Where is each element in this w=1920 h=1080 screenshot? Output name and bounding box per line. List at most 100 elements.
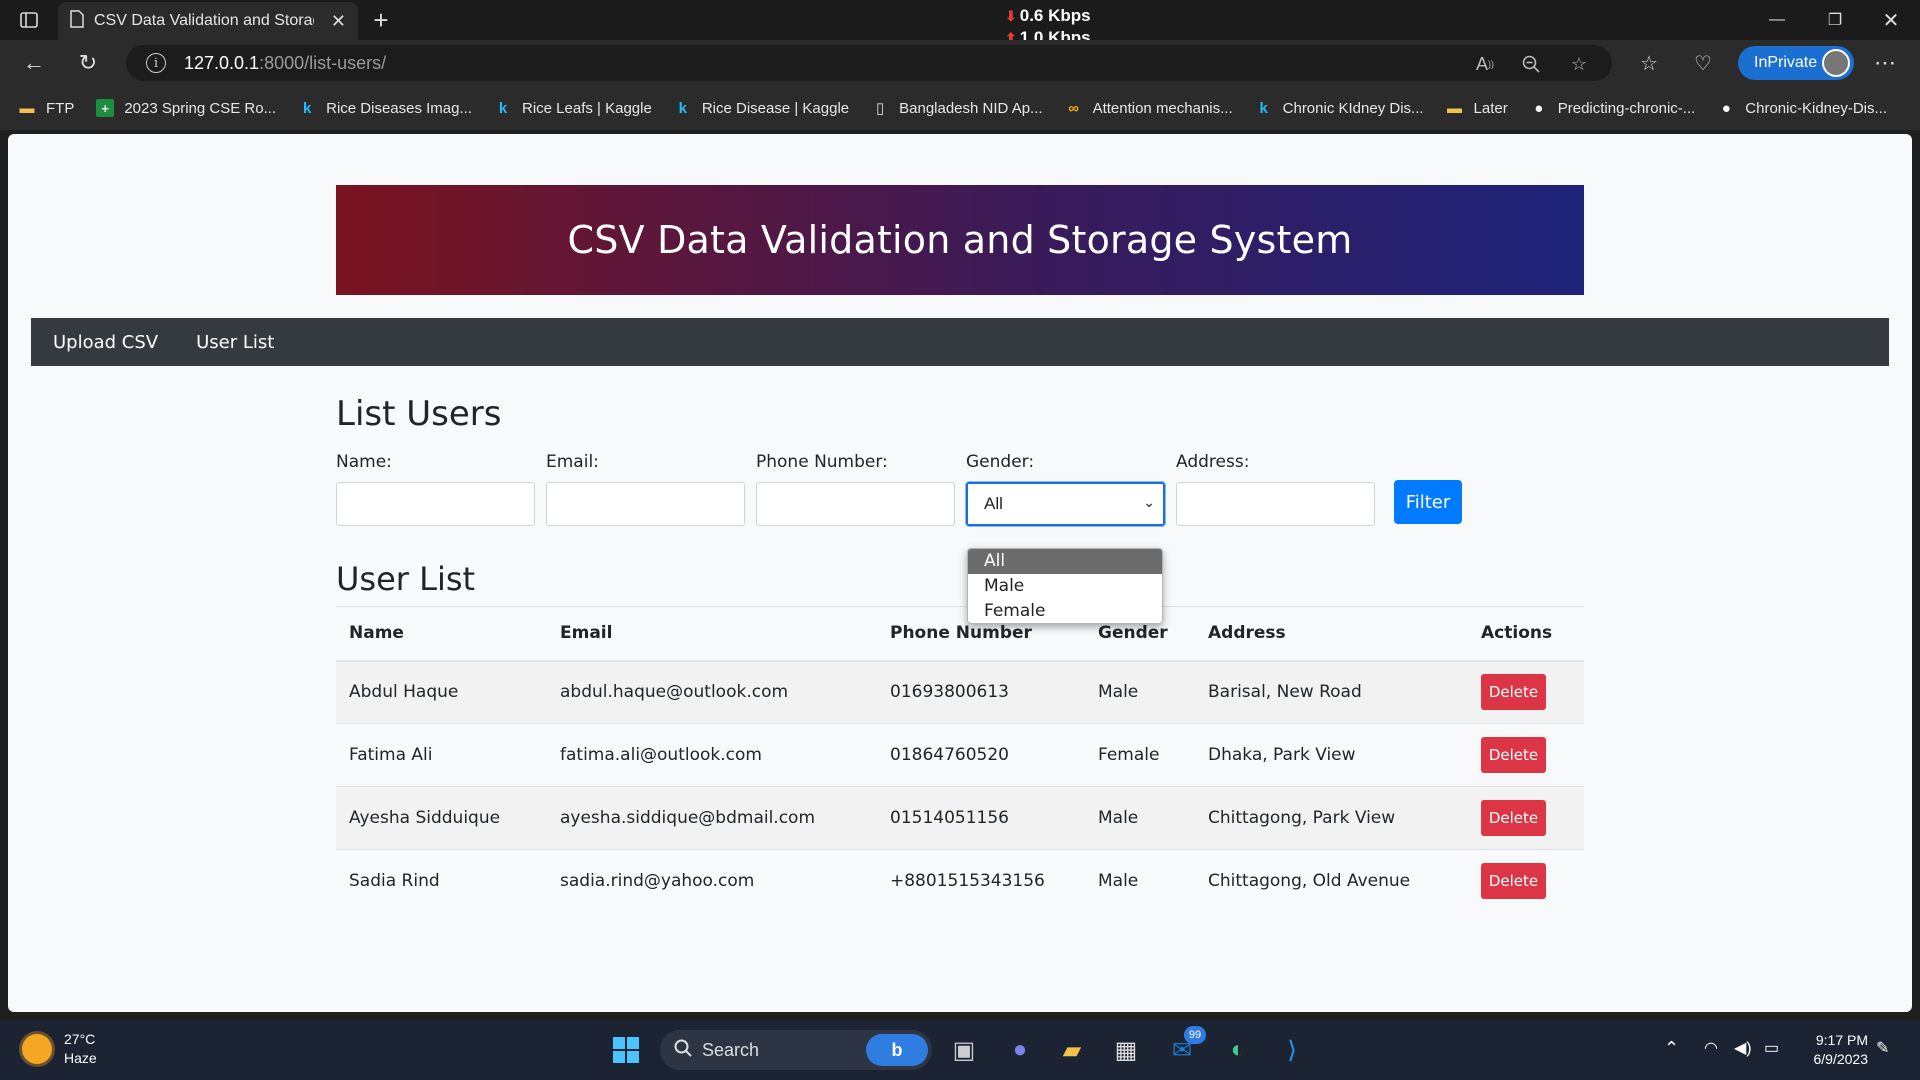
gender-select-value: All xyxy=(984,494,1003,513)
filter-form: Name: Email: Phone Number: Gender: All ⌄… xyxy=(336,450,1584,550)
browser-tab-active[interactable]: CSV Data Validation and Storage ✕ xyxy=(58,2,358,40)
gender-option-all[interactable]: All xyxy=(968,549,1162,574)
bookmark-item[interactable]: ▬ Later xyxy=(1446,99,1508,117)
net-down-text: 0.6 Kbps xyxy=(1019,6,1091,25)
read-aloud-icon[interactable]: A)) xyxy=(1472,51,1498,77)
bookmark-item[interactable]: ▯ Bangladesh NID Ap... xyxy=(871,99,1043,118)
address-input[interactable] xyxy=(1176,482,1375,526)
bookmark-item[interactable]: ▬ FTP xyxy=(18,99,75,117)
user-list-heading: User List xyxy=(336,560,476,598)
delete-button[interactable]: Delete xyxy=(1481,800,1546,836)
teams-chat-icon[interactable]: ● xyxy=(1000,1030,1040,1070)
tab-actions-icon[interactable] xyxy=(14,8,44,32)
folder-icon: ▬ xyxy=(1447,99,1463,117)
bookmark-item[interactable]: k Rice Disease | Kaggle xyxy=(674,99,849,117)
name-filter-group: Name: xyxy=(336,450,535,526)
close-window-button[interactable]: ✕ xyxy=(1862,0,1920,40)
bookmark-item[interactable]: k Rice Diseases Imag... xyxy=(298,99,472,117)
taskbar-search[interactable]: Search b xyxy=(660,1030,932,1070)
cell-email: ayesha.siddique@bdmail.com xyxy=(547,786,877,850)
filter-button[interactable]: Filter xyxy=(1394,480,1462,524)
chevron-up-icon[interactable]: ⌃ xyxy=(1664,1038,1679,1059)
github-icon: ● xyxy=(1534,99,1544,117)
file-explorer-icon[interactable]: ▰ xyxy=(1052,1030,1092,1070)
notification-icon[interactable]: ✎ xyxy=(1876,1038,1889,1058)
task-view-icon[interactable]: ▣ xyxy=(944,1030,984,1070)
phone-label: Phone Number: xyxy=(756,452,888,472)
table-row: Ayesha Sidduique ayesha.siddique@bdmail.… xyxy=(336,786,1584,850)
table-row: Fatima Ali fatima.ali@outlook.com 018647… xyxy=(336,723,1584,787)
mail-icon[interactable]: ✉ 99 xyxy=(1162,1026,1206,1070)
gender-select[interactable]: All ⌄ xyxy=(965,481,1166,527)
bookmark-item[interactable]: k Chronic KIdney Dis... xyxy=(1255,99,1423,117)
address-bar[interactable]: i 127.0.0.1:8000/list-users/ A)) ☆ xyxy=(126,45,1612,81)
cell-phone: 01514051156 xyxy=(877,786,1085,850)
weather-widget[interactable]: 27°C Haze xyxy=(22,1030,97,1068)
name-input[interactable] xyxy=(336,482,535,526)
cell-gender: Male xyxy=(1085,786,1195,850)
kaggle-icon: k xyxy=(678,99,687,117)
system-clock[interactable]: 9:17 PM 6/9/2023 xyxy=(1800,1031,1869,1069)
microsoft-store-icon[interactable]: ▦ xyxy=(1106,1030,1146,1070)
bookmark-item[interactable]: k Rice Leafs | Kaggle xyxy=(494,99,652,117)
favorite-star-icon[interactable]: ☆ xyxy=(1566,51,1592,77)
close-tab-icon[interactable]: ✕ xyxy=(331,11,346,32)
back-arrow-icon[interactable]: ← xyxy=(18,48,50,78)
url-text[interactable]: 127.0.0.1:8000/list-users/ xyxy=(184,53,386,74)
table-row: Abdul Haque abdul.haque@outlook.com 0169… xyxy=(336,660,1584,724)
profile-avatar xyxy=(1822,49,1850,77)
zoom-icon[interactable] xyxy=(1518,51,1544,77)
cell-phone: 01693800613 xyxy=(877,660,1085,724)
phone-input[interactable] xyxy=(756,482,955,526)
cell-email: fatima.ali@outlook.com xyxy=(547,723,877,787)
delete-button[interactable]: Delete xyxy=(1481,737,1546,773)
bookmark-item[interactable]: ● Predicting-chronic-... xyxy=(1530,99,1695,117)
chevron-down-icon: ⌄ xyxy=(1143,494,1155,510)
edge-browser-icon[interactable]: ◐ xyxy=(1218,1030,1258,1070)
cell-address: Chittagong, Park View xyxy=(1195,786,1468,850)
delete-button[interactable]: Delete xyxy=(1481,674,1546,711)
browser-essentials-icon[interactable]: ♡ xyxy=(1688,48,1718,78)
gender-filter-group: Gender: All ⌄ xyxy=(965,450,1166,527)
refresh-icon[interactable]: ↻ xyxy=(72,48,104,78)
url-host: 127.0.0.1 xyxy=(184,52,260,73)
more-menu-icon[interactable]: ⋯ xyxy=(1870,48,1900,78)
delete-button[interactable]: Delete xyxy=(1481,863,1546,900)
battery-icon[interactable]: ▭ xyxy=(1764,1038,1779,1058)
bing-icon[interactable]: b xyxy=(866,1034,928,1066)
site-info-icon[interactable]: i xyxy=(146,53,166,73)
gender-option-female[interactable]: Female xyxy=(968,599,1162,623)
gender-dropdown-list: All Male Female xyxy=(967,548,1163,624)
vscode-icon[interactable]: ⟩ xyxy=(1272,1030,1312,1070)
address-label: Address: xyxy=(1176,452,1250,472)
nav-upload-csv[interactable]: Upload CSV xyxy=(53,332,158,353)
sun-haze-icon xyxy=(22,1034,52,1064)
gender-option-male[interactable]: Male xyxy=(968,574,1162,599)
down-arrow-icon: ⬇ xyxy=(1005,8,1017,24)
nav-user-list[interactable]: User List xyxy=(196,332,274,353)
favorites-icon[interactable]: ☆ xyxy=(1634,48,1664,78)
browser-tab-bar: CSV Data Validation and Storage ✕ + ⬇ 0.6… xyxy=(0,0,1920,47)
email-input[interactable] xyxy=(546,482,745,526)
kaggle-icon: k xyxy=(498,99,508,117)
wifi-icon[interactable]: ◠ xyxy=(1704,1038,1718,1058)
volume-icon[interactable]: ◀) xyxy=(1734,1038,1752,1058)
page-icon: ▯ xyxy=(875,100,885,117)
cell-name: Fatima Ali xyxy=(336,723,547,787)
restore-button[interactable]: ❐ xyxy=(1806,0,1864,40)
email-label: Email: xyxy=(546,452,599,472)
bookmark-item[interactable]: ● Chronic-Kidney-Dis... xyxy=(1717,99,1887,117)
inprivate-button[interactable]: InPrivate xyxy=(1738,46,1854,80)
cell-gender: Male xyxy=(1085,660,1195,724)
bookmark-item[interactable]: ∞ Attention mechanis... xyxy=(1065,99,1232,117)
site-navbar: Upload CSV User List xyxy=(31,318,1889,366)
column-header: Email xyxy=(547,606,877,662)
cell-name: Ayesha Sidduique xyxy=(336,786,547,850)
name-label: Name: xyxy=(336,452,392,472)
bookmark-item[interactable]: +2023 Spring CSE Ro... xyxy=(96,99,276,117)
new-tab-button[interactable]: + xyxy=(366,5,396,35)
gender-label: Gender: xyxy=(966,452,1035,472)
minimize-button[interactable]: — xyxy=(1748,0,1806,40)
windows-start-icon[interactable] xyxy=(606,1030,646,1070)
cell-address: Chittagong, Old Avenue xyxy=(1195,849,1468,913)
